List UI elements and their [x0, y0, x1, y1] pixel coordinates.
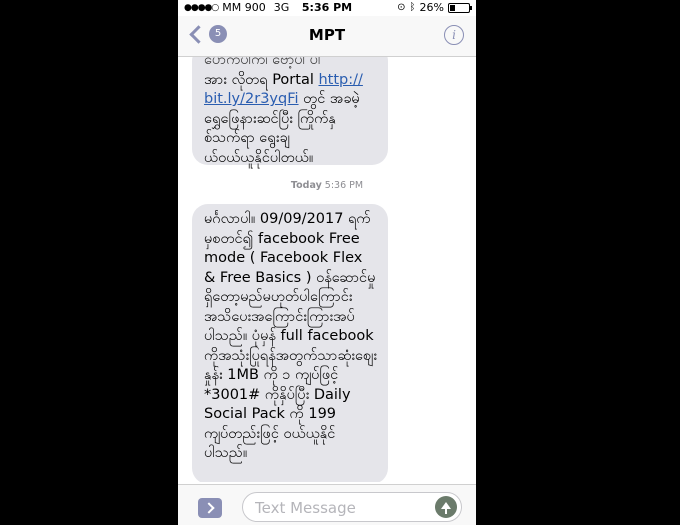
message-line: bit.ly/2r3yqFi တွင် အခမဲ့	[204, 91, 360, 107]
info-icon[interactable]: i	[444, 25, 464, 45]
message-bubble: မင်္ဂလာပါ။ 09/09/2017 ရက်မှစတင်၍ faceboo…	[192, 204, 388, 482]
status-right: ⊙ ᛒ 26%	[397, 1, 472, 14]
phone-screen: ●●●●○ MM 900 3G 5:36 PM ⊙ ᛒ 26% 5 MPT i …	[178, 0, 476, 525]
chevron-right-icon	[202, 502, 215, 514]
message-field[interactable]	[242, 492, 462, 522]
message-bubble: ပ်ောက်ပါက်၊ ဗော့ပါ ပါ အား လိုတရ Portal h…	[192, 57, 388, 166]
bluetooth-icon: ᛒ	[409, 2, 416, 13]
conversation-title: MPT	[308, 26, 346, 44]
rotation-lock-icon: ⊙	[397, 2, 406, 13]
message-line: စ်သက်ရာ ရွေးချ	[204, 130, 290, 146]
nav-bar: 5 MPT i	[178, 16, 476, 57]
message-timestamp: Today 5:36 PM	[178, 180, 476, 191]
message-line: အား လိုတရ Portal http://	[204, 71, 363, 88]
battery-icon	[448, 2, 472, 13]
message-thread[interactable]: ပ်ောက်ပါက်၊ ဗော့ပါ ပါ အား လိုတရ Portal h…	[178, 57, 476, 482]
message-link[interactable]: bit.ly/2r3yqFi	[204, 91, 299, 107]
apps-button[interactable]	[198, 498, 222, 518]
battery-fill	[450, 4, 455, 11]
status-bar: ●●●●○ MM 900 3G 5:36 PM ⊙ ᛒ 26%	[178, 0, 476, 16]
compose-bar	[178, 484, 476, 525]
battery-percent: 26%	[419, 1, 444, 14]
message-line: ရွှေဖြေနားဆင်ပြီး ကြိုက်နှ	[204, 110, 336, 127]
message-link[interactable]: http://	[318, 72, 362, 88]
timestamp-time: 5:36 PM	[324, 180, 364, 191]
timestamp-day: Today	[290, 180, 322, 191]
send-button[interactable]	[435, 496, 457, 518]
message-line: ယ်ဝယ်ယူနိုင်ပါတယ်။	[204, 149, 314, 166]
arrow-stem	[445, 506, 447, 514]
message-line: ပ်ောက်ပါက်၊ ဗော့ပါ ပါ	[204, 57, 321, 68]
message-input[interactable]	[253, 498, 427, 518]
